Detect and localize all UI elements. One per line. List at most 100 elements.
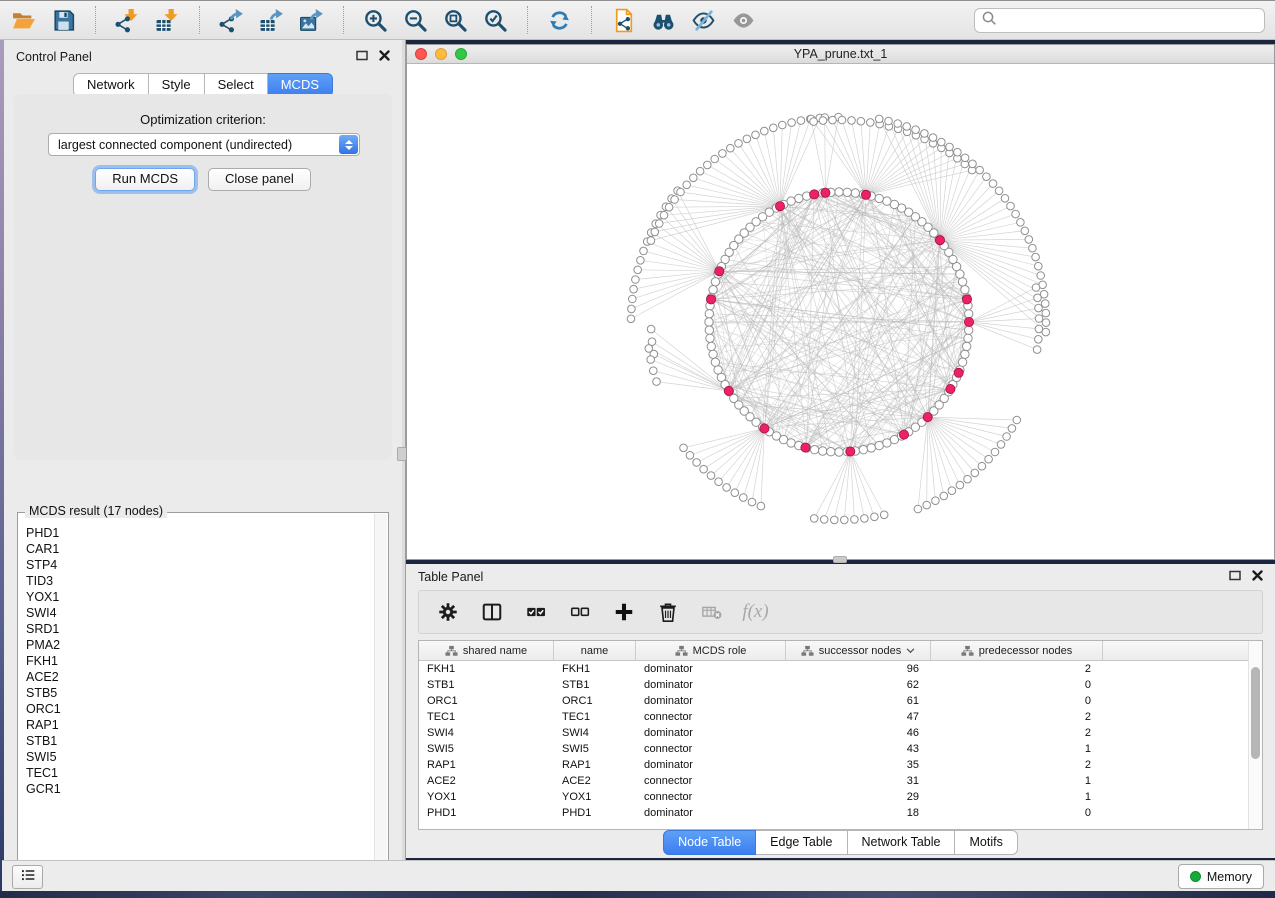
table-row[interactable]: ACE2ACE2connector311: [419, 773, 1248, 789]
table-row[interactable]: STB1STB1dominator620: [419, 677, 1248, 693]
column-header-predecessor-nodes[interactable]: predecessor nodes: [931, 641, 1103, 660]
mcds-result-item[interactable]: RAP1: [19, 717, 374, 733]
refresh-icon[interactable]: [546, 7, 573, 34]
cell-name[interactable]: STB1: [554, 679, 636, 691]
cell-shared-name[interactable]: ORC1: [419, 695, 554, 707]
table-row[interactable]: FKH1FKH1dominator962: [419, 661, 1248, 677]
dominator-node[interactable]: [954, 368, 963, 377]
cell-shared-name[interactable]: FKH1: [419, 663, 554, 675]
save-icon[interactable]: [50, 7, 77, 34]
close-panel-button[interactable]: Close panel: [208, 168, 311, 191]
dominator-node[interactable]: [861, 190, 870, 199]
cell-name[interactable]: TEC1: [554, 711, 636, 723]
cell-name[interactable]: ACE2: [554, 775, 636, 787]
cell-predecessor-nodes[interactable]: 2: [931, 711, 1103, 723]
mcds-result-item[interactable]: TEC1: [19, 765, 374, 781]
cell-MCDS-role[interactable]: connector: [636, 775, 786, 787]
cell-name[interactable]: SWI4: [554, 727, 636, 739]
cell-shared-name[interactable]: RAP1: [419, 759, 554, 771]
zoom-in-icon[interactable]: [362, 7, 389, 34]
horizontal-splitter-handle[interactable]: [833, 556, 847, 563]
cell-name[interactable]: YOX1: [554, 791, 636, 803]
export-network-icon[interactable]: [218, 7, 245, 34]
cell-MCDS-role[interactable]: connector: [636, 711, 786, 723]
column-header-name[interactable]: name: [554, 641, 636, 660]
cell-successor-nodes[interactable]: 61: [786, 695, 931, 707]
memory-button[interactable]: Memory: [1178, 864, 1264, 889]
table-row[interactable]: SWI4SWI4dominator462: [419, 725, 1248, 741]
run-mcds-button[interactable]: Run MCDS: [95, 168, 195, 191]
dominator-node[interactable]: [946, 384, 955, 393]
cell-shared-name[interactable]: STB1: [419, 679, 554, 691]
zoom-fit-icon[interactable]: [442, 7, 469, 34]
dominator-node[interactable]: [964, 317, 973, 326]
task-history-button[interactable]: [12, 865, 43, 889]
cell-shared-name[interactable]: YOX1: [419, 791, 554, 803]
cell-name[interactable]: PHD1: [554, 807, 636, 819]
select-all-icon[interactable]: [522, 599, 549, 626]
cell-predecessor-nodes[interactable]: 2: [931, 663, 1103, 675]
search-box[interactable]: [974, 8, 1265, 33]
cell-name[interactable]: FKH1: [554, 663, 636, 675]
open-folder-icon[interactable]: [10, 7, 37, 34]
cell-successor-nodes[interactable]: 31: [786, 775, 931, 787]
cell-MCDS-role[interactable]: connector: [636, 791, 786, 803]
table-row[interactable]: RAP1RAP1dominator352: [419, 757, 1248, 773]
close-table-panel-icon[interactable]: [1252, 570, 1263, 581]
mcds-result-item[interactable]: PHD1: [19, 525, 374, 541]
table-scrollbar-thumb[interactable]: [1251, 667, 1260, 759]
cell-shared-name[interactable]: ACE2: [419, 775, 554, 787]
table-row[interactable]: SWI5SWI5connector431: [419, 741, 1248, 757]
mcds-result-item[interactable]: ORC1: [19, 701, 374, 717]
float-table-panel-icon[interactable]: [1229, 570, 1241, 581]
cell-name[interactable]: RAP1: [554, 759, 636, 771]
dominator-node[interactable]: [821, 188, 830, 197]
mcds-result-item[interactable]: SRD1: [19, 621, 374, 637]
cell-predecessor-nodes[interactable]: 1: [931, 743, 1103, 755]
cell-successor-nodes[interactable]: 29: [786, 791, 931, 803]
cell-MCDS-role[interactable]: dominator: [636, 679, 786, 691]
dominator-node[interactable]: [760, 424, 769, 433]
hide-selected-icon[interactable]: [690, 7, 717, 34]
mcds-result-item[interactable]: FKH1: [19, 653, 374, 669]
cell-predecessor-nodes[interactable]: 0: [931, 679, 1103, 691]
cell-name[interactable]: ORC1: [554, 695, 636, 707]
mcds-result-item[interactable]: TID3: [19, 573, 374, 589]
mcds-result-item[interactable]: ACE2: [19, 669, 374, 685]
zoom-out-icon[interactable]: [402, 7, 429, 34]
dominator-node[interactable]: [810, 190, 819, 199]
show-columns-icon[interactable]: [478, 599, 505, 626]
close-panel-icon[interactable]: [379, 50, 390, 61]
cell-successor-nodes[interactable]: 62: [786, 679, 931, 691]
cell-successor-nodes[interactable]: 43: [786, 743, 931, 755]
export-image-icon[interactable]: [298, 7, 325, 34]
cell-shared-name[interactable]: TEC1: [419, 711, 554, 723]
cell-MCDS-role[interactable]: dominator: [636, 759, 786, 771]
tab-motifs[interactable]: Motifs: [955, 830, 1017, 855]
dominator-node[interactable]: [801, 443, 810, 452]
dominator-node[interactable]: [846, 447, 855, 456]
dominator-node[interactable]: [775, 202, 784, 211]
cell-successor-nodes[interactable]: 18: [786, 807, 931, 819]
cell-predecessor-nodes[interactable]: 0: [931, 807, 1103, 819]
mcds-result-item[interactable]: STB5: [19, 685, 374, 701]
network-graph[interactable]: [407, 64, 1274, 559]
clear-table-icon[interactable]: [698, 599, 725, 626]
cell-predecessor-nodes[interactable]: 0: [931, 695, 1103, 707]
import-network-icon[interactable]: [114, 7, 141, 34]
search-network-icon[interactable]: [650, 7, 677, 34]
mcds-result-item[interactable]: CAR1: [19, 541, 374, 557]
search-input[interactable]: [997, 13, 1258, 27]
cell-predecessor-nodes[interactable]: 1: [931, 791, 1103, 803]
column-header-shared-name[interactable]: shared name: [419, 641, 554, 660]
cell-successor-nodes[interactable]: 35: [786, 759, 931, 771]
dominator-node[interactable]: [962, 295, 971, 304]
table-settings-icon[interactable]: [434, 599, 461, 626]
tab-edge-table[interactable]: Edge Table: [756, 830, 847, 855]
network-canvas[interactable]: [407, 64, 1274, 559]
cell-MCDS-role[interactable]: dominator: [636, 663, 786, 675]
table-row[interactable]: YOX1YOX1connector291: [419, 789, 1248, 805]
dominator-node[interactable]: [935, 236, 944, 245]
dominator-node[interactable]: [706, 295, 715, 304]
mcds-result-item[interactable]: GCR1: [19, 781, 374, 797]
